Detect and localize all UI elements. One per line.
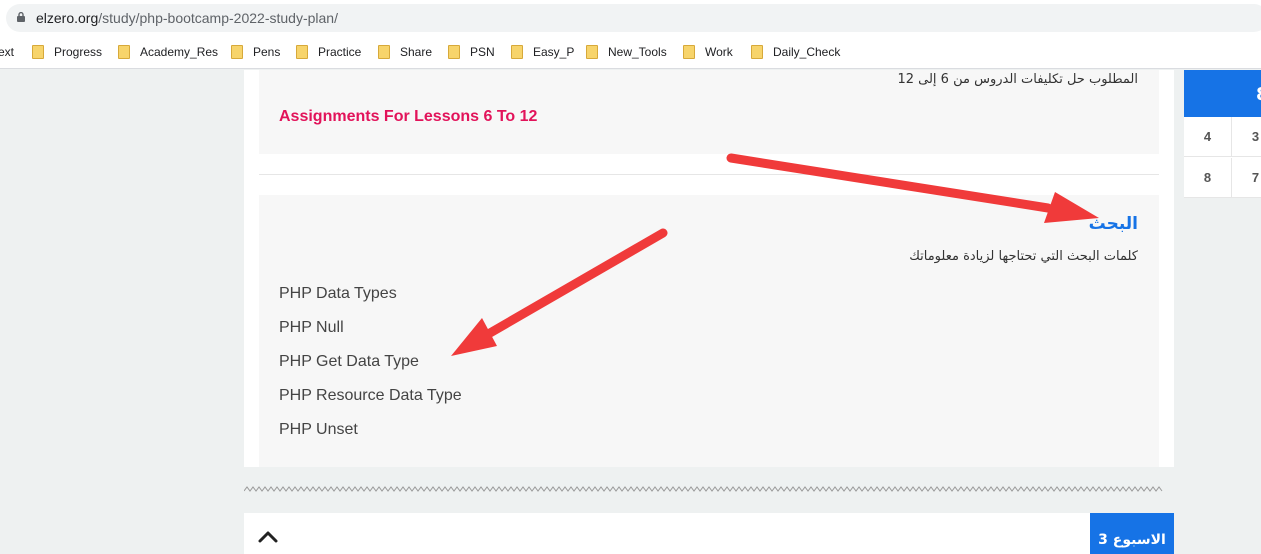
calendar-cell[interactable]: 8 [1184,158,1232,197]
week-3-badge[interactable]: الاسبوع 3 [1090,513,1174,554]
calendar-row: 4 3 [1184,117,1261,157]
search-term: PHP Unset [279,421,358,438]
bookmark-academy-res[interactable]: Academy_Res [118,44,218,60]
folder-icon [32,45,44,59]
bookmark-work[interactable]: Work [683,44,733,60]
chevron-up-icon[interactable] [257,528,279,544]
search-term: PHP Data Types [279,285,397,302]
folder-icon [231,45,243,59]
bookmark-daily-check[interactable]: Daily_Check [751,44,840,60]
folder-icon [378,45,390,59]
url-text[interactable]: elzero.org/study/php-bootcamp-2022-study… [36,10,338,26]
search-term: PHP Resource Data Type [279,387,462,404]
calendar-row: 8 7 [1184,158,1261,198]
search-term: PHP Null [279,319,344,336]
folder-icon [448,45,460,59]
bookmark-pens[interactable]: Pens [231,44,280,60]
calendar-cell[interactable]: 3 [1232,117,1261,156]
folder-icon [118,45,130,59]
bookmark-share[interactable]: Share [378,44,432,60]
url-host: elzero.org [36,10,99,26]
bookmark-ext[interactable]: ext [0,44,14,60]
bookmark-psn[interactable]: PSN [448,44,495,60]
lock-icon [17,12,25,22]
bookmark-progress[interactable]: Progress [32,44,102,60]
folder-icon [511,45,523,59]
zigzag-separator [244,486,1163,492]
search-subtitle: كلمات البحث التي تحتاجها لزيادة معلوماتك [909,249,1138,264]
url-path: /study/php-bootcamp-2022-study-plan/ [98,10,338,26]
calendar-cell[interactable]: 7 [1232,158,1261,197]
bookmark-new-tools[interactable]: New_Tools [586,44,667,60]
calendar-header: 8 [1184,70,1261,117]
bookmarks-bar: ext Progress Academy_Res Pens Practice S… [0,36,1261,69]
assignments-note: المطلوب حل تكليفات الدروس من 6 إلى 12 [897,72,1138,87]
section-divider [259,174,1159,175]
folder-icon [751,45,763,59]
week-3-header[interactable] [244,513,1174,554]
folder-icon [586,45,598,59]
calendar-header-value: 8 [1256,84,1261,105]
bookmark-practice[interactable]: Practice [296,44,361,60]
bookmark-easy-p[interactable]: Easy_P [511,44,574,60]
assignments-link[interactable]: Assignments For Lessons 6 To 12 [279,108,537,126]
browser-address-bar: elzero.org/study/php-bootcamp-2022-study… [0,0,1261,36]
search-title: البحث [1088,214,1138,234]
calendar-cell[interactable]: 4 [1184,117,1232,156]
search-term: PHP Get Data Type [279,353,419,370]
search-terms-list: PHP Data Types PHP Null PHP Get Data Typ… [279,284,462,454]
folder-icon [683,45,695,59]
folder-icon [296,45,308,59]
